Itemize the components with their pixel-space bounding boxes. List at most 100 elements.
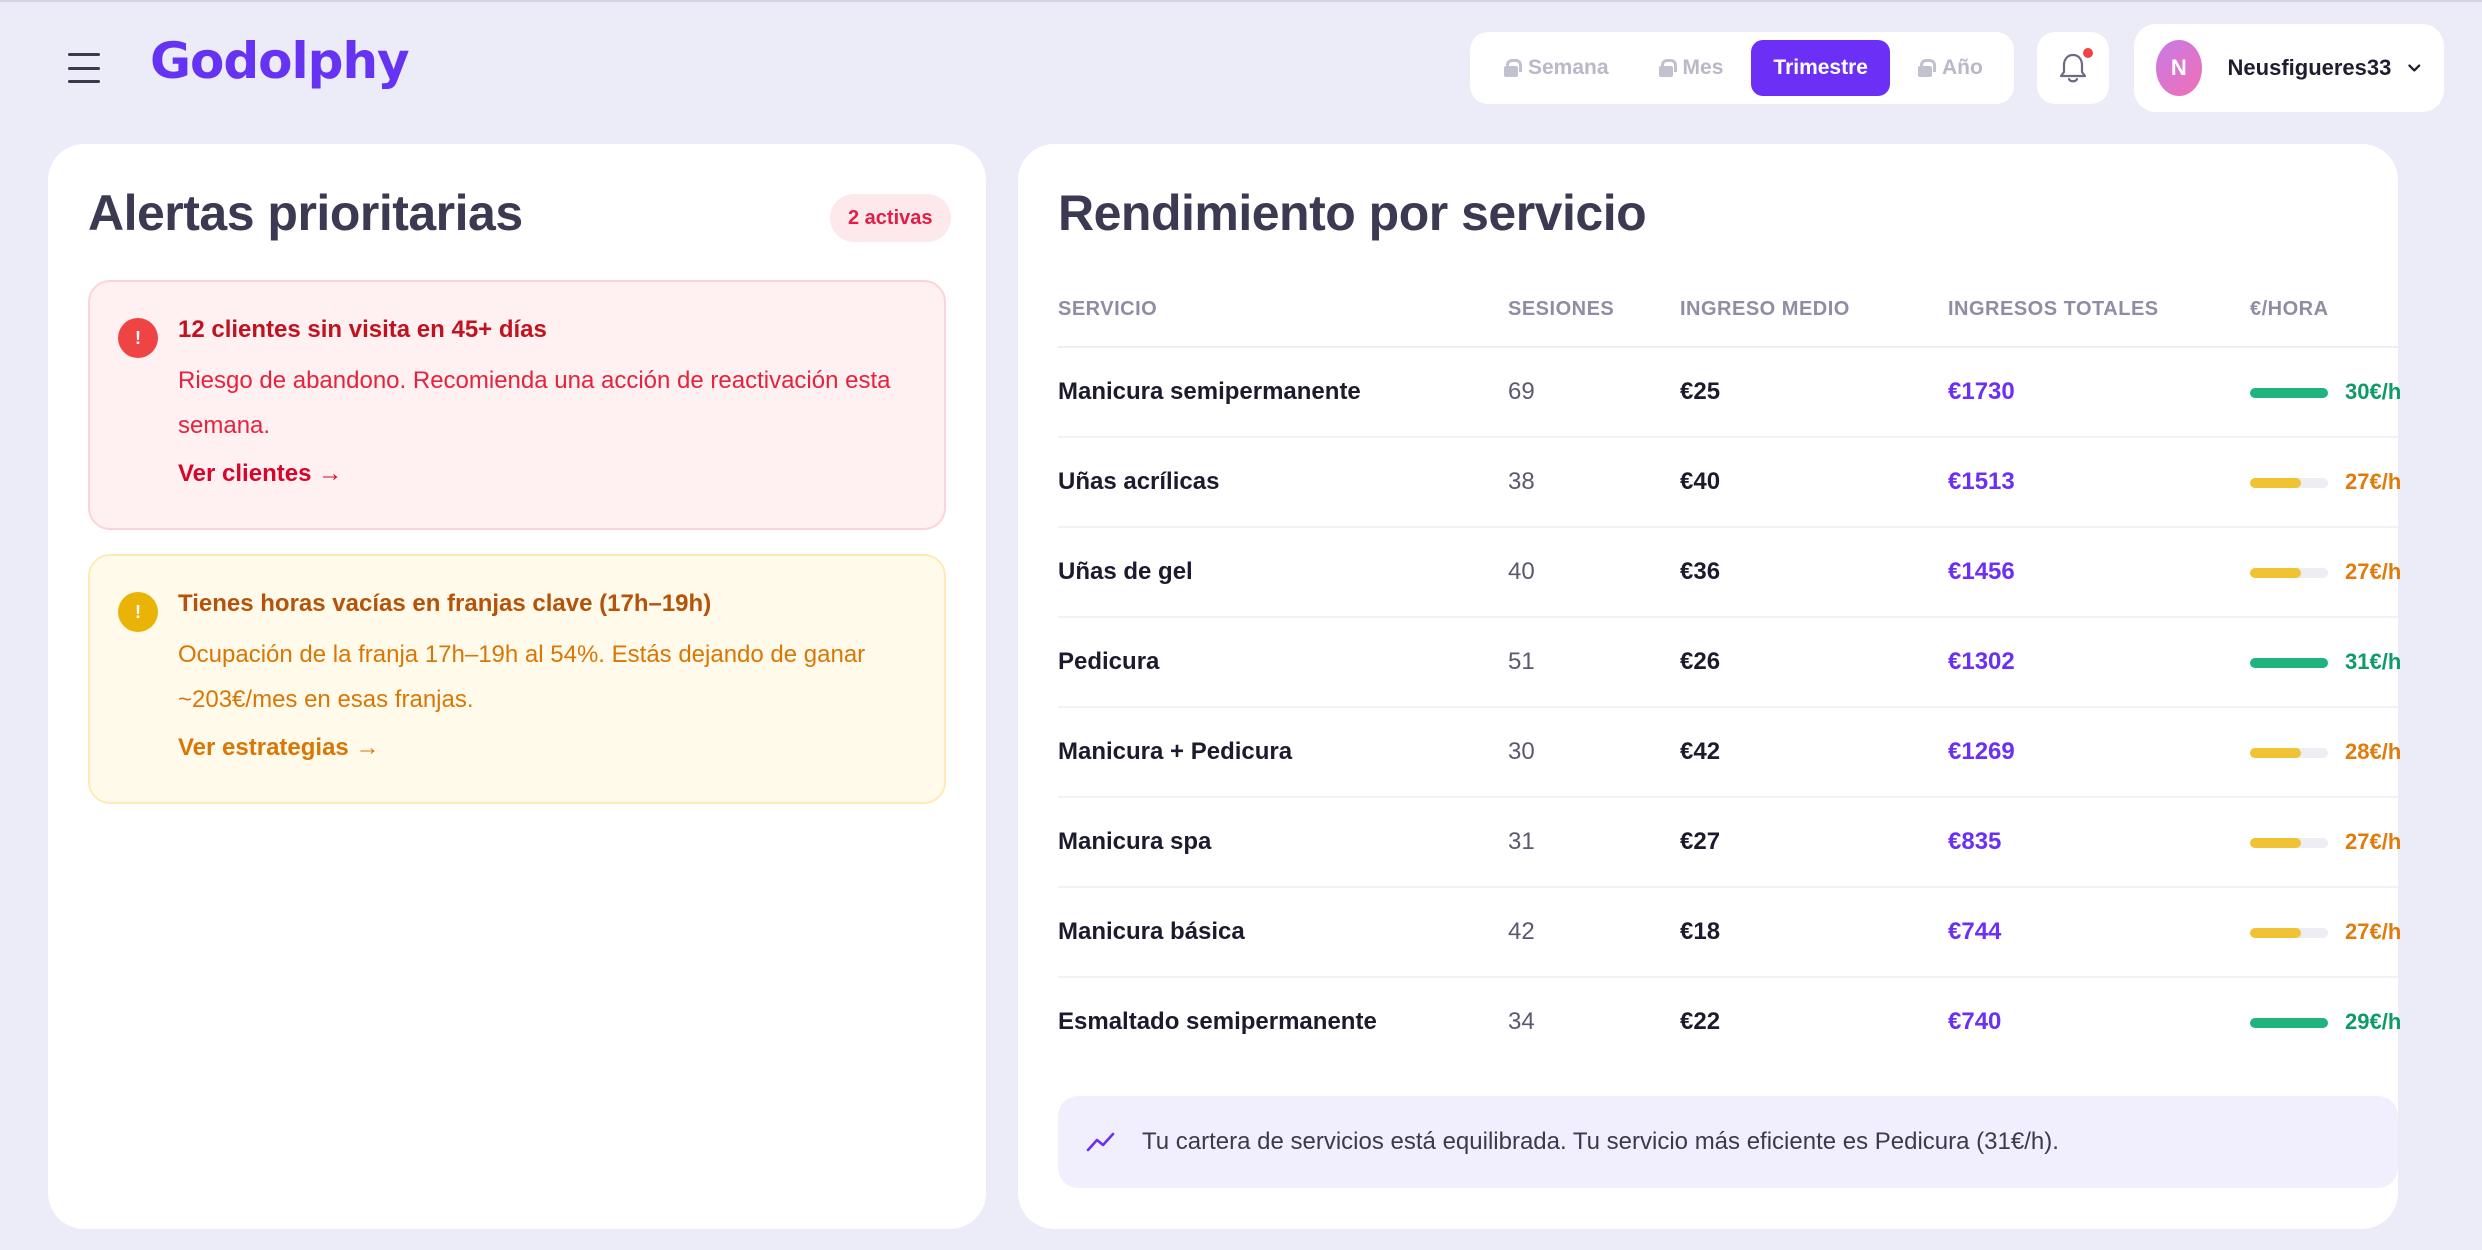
sessions-value: 38: [1508, 468, 1535, 495]
rate-bar-fill: [2250, 568, 2301, 578]
alert-exclamation-icon: !: [118, 318, 158, 358]
total-income-value: €1730: [1948, 378, 2015, 405]
total-income-value: €1513: [1948, 468, 2015, 495]
column-header-sessions: SESIONES: [1508, 298, 1615, 320]
alert-title: Tienes horas vacías en franjas clave (17…: [178, 590, 712, 617]
rate-bar-fill: [2250, 658, 2328, 668]
view-strategies-link[interactable]: Ver estrategias →: [178, 734, 379, 762]
user-menu[interactable]: N Neusfigueres33: [2134, 24, 2444, 112]
view-clients-link[interactable]: Ver clientes →: [178, 460, 342, 488]
total-income-value: €740: [1948, 1008, 2002, 1035]
service-name: Manicura básica: [1058, 918, 1245, 945]
rate-bar-fill: [2250, 478, 2301, 488]
sessions-value: 30: [1508, 738, 1535, 765]
notifications-button[interactable]: [2037, 32, 2109, 104]
lock-icon: [1504, 59, 1522, 77]
rate-bar-fill: [2250, 838, 2301, 848]
rate-value: 29€/h: [2345, 1009, 2402, 1034]
rate-bar: [2250, 1018, 2328, 1028]
table-row[interactable]: Uñas acrílicas 38 €40 €1513 27€/h: [1058, 438, 2402, 528]
sessions-value: 31: [1508, 828, 1535, 855]
period-option-label: Semana: [1528, 56, 1609, 79]
table-row[interactable]: Manicura + Pedicura 30 €42 €1269 28€/h: [1058, 708, 2402, 798]
lock-icon: [1917, 59, 1936, 77]
rate-value: 28€/h: [2345, 739, 2402, 764]
alert-inactive-clients: ! 12 clientes sin visita en 45+ días Rie…: [88, 280, 946, 530]
avg-income-value: €18: [1680, 918, 1721, 945]
sessions-value: 51: [1508, 648, 1535, 675]
alert-text: Ocupación de la franja 17h–19h al 54%. E…: [178, 641, 866, 713]
column-header-rate: €/HORA: [2250, 298, 2329, 320]
top-bar: Godolphy Semana Mes Trimestre Año N Neus…: [0, 0, 2482, 130]
rate-bar: [2250, 928, 2328, 938]
table-header: SERVICIO SESIONES INGRESO MEDIO INGRESOS…: [1058, 284, 2398, 348]
alert-title: 12 clientes sin visita en 45+ días: [178, 316, 547, 343]
insight-banner: Tu cartera de servicios está equilibrada…: [1058, 1096, 2398, 1188]
hamburger-menu-icon[interactable]: [62, 48, 106, 88]
service-name: Uñas acrílicas: [1058, 468, 1220, 495]
avg-income-value: €42: [1680, 738, 1721, 765]
alerts-card: Alertas prioritarias 2 activas ! 12 clie…: [48, 144, 986, 1229]
sessions-value: 34: [1508, 1008, 1535, 1035]
period-option-ano[interactable]: Año: [1896, 40, 2005, 96]
alert-empty-hours: ! Tienes horas vacías en franjas clave (…: [88, 554, 946, 804]
service-name: Pedicura: [1058, 648, 1160, 675]
alerts-title: Alertas prioritarias: [88, 185, 523, 241]
total-income-value: €835: [1948, 828, 2002, 855]
rate-value: 31€/h: [2345, 649, 2402, 674]
period-option-semana[interactable]: Semana: [1482, 40, 1631, 96]
period-option-label: Año: [1941, 56, 1983, 79]
sessions-value: 69: [1508, 378, 1535, 405]
avatar: N: [2156, 40, 2202, 96]
table-row[interactable]: Manicura semipermanente 69 €25 €1730 30€/h: [1058, 348, 2402, 438]
rate-bar: [2250, 568, 2328, 578]
table-row[interactable]: Manicura básica 42 €18 €744 27€/h: [1058, 888, 2402, 978]
service-name: Manicura spa: [1058, 828, 1212, 855]
service-performance-table: SERVICIO SESIONES INGRESO MEDIO INGRESOS…: [1058, 284, 2402, 1068]
active-alerts-badge: 2 activas: [830, 194, 951, 242]
rate-bar: [2250, 388, 2328, 398]
trend-up-icon: [1086, 1132, 1115, 1152]
avg-income-value: €22: [1680, 1008, 1721, 1035]
period-option-mes[interactable]: Mes: [1637, 40, 1746, 96]
notification-dot: [2081, 46, 2095, 60]
rate-value: 27€/h: [2345, 469, 2402, 494]
chevron-down-icon: [2408, 64, 2421, 72]
app-root: Godolphy Semana Mes Trimestre Año N Neus…: [0, 0, 2482, 1250]
table-body: Manicura semipermanente 69 €25 €1730 30€/h Uñ…: [1058, 348, 2402, 1068]
table-row[interactable]: Uñas de gel 40 €36 €1456 27€/h: [1058, 528, 2401, 618]
period-option-label: Trimestre: [1773, 56, 1868, 79]
column-header-service: SERVICIO: [1058, 298, 1158, 320]
avg-income-value: €25: [1680, 378, 1721, 405]
rate-bar: [2250, 838, 2328, 848]
rate-value: 30€/h: [2345, 379, 2402, 404]
service-name: Esmaltado semipermanente: [1058, 1008, 1377, 1035]
period-option-label: Mes: [1682, 56, 1724, 79]
app-logo[interactable]: Godolphy: [150, 32, 410, 90]
service-name: Manicura semipermanente: [1058, 378, 1361, 405]
table-row[interactable]: Esmaltado semipermanente 34 €22 €740 29€/h: [1058, 978, 2402, 1068]
avg-income-value: €40: [1680, 468, 1721, 495]
period-option-trimestre[interactable]: Trimestre: [1751, 40, 1890, 96]
period-switch: Semana Mes Trimestre Año: [1470, 32, 2014, 104]
insight-text: Tu cartera de servicios está equilibrada…: [1142, 1128, 2059, 1155]
column-header-avg-income: INGRESO MEDIO: [1680, 298, 1850, 320]
total-income-value: €744: [1948, 918, 2002, 945]
total-income-value: €1456: [1948, 558, 2015, 585]
rate-bar: [2250, 478, 2328, 488]
table-row[interactable]: Manicura spa 31 €27 €835 27€/h: [1058, 798, 2401, 888]
table-row[interactable]: Pedicura 51 €26 €1302 31€/h: [1058, 618, 2402, 708]
column-header-total-income: INGRESOS TOTALES: [1948, 298, 2159, 320]
rate-bar-fill: [2250, 748, 2301, 758]
rate-value: 27€/h: [2345, 919, 2402, 944]
sessions-value: 40: [1508, 558, 1535, 585]
alert-exclamation-icon: !: [118, 592, 158, 632]
performance-card: Rendimiento por servicio SERVICIO SESION…: [1018, 144, 2402, 1229]
rate-bar: [2250, 658, 2328, 668]
service-name: Manicura + Pedicura: [1058, 738, 1293, 765]
username: Neusfigueres33: [2227, 55, 2392, 80]
rate-bar-fill: [2250, 1018, 2328, 1028]
rate-bar: [2250, 748, 2328, 758]
lock-icon: [1658, 59, 1677, 77]
performance-title: Rendimiento por servicio: [1058, 185, 1647, 241]
